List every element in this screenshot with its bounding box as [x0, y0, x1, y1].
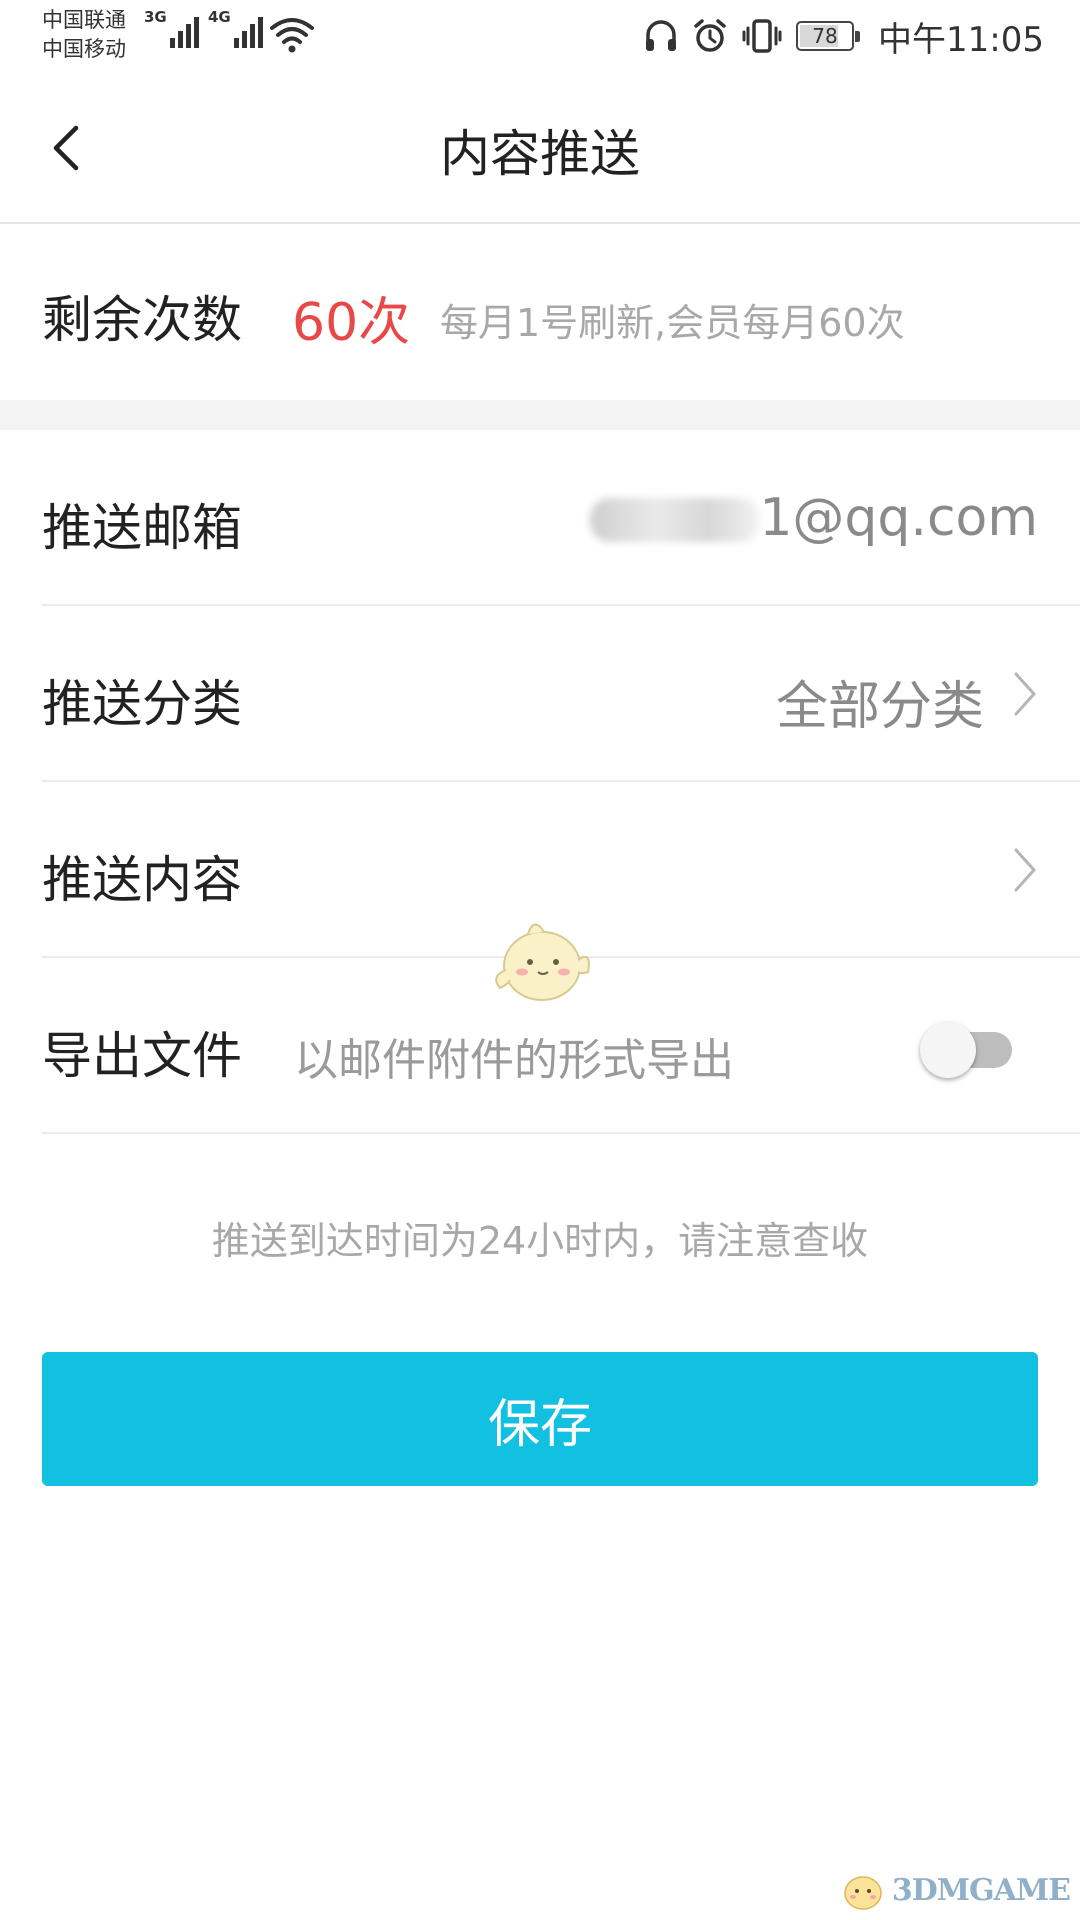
network-type-2: 4G — [208, 8, 231, 26]
remaining-note: 每月1号刷新,会员每月60次 — [440, 301, 905, 345]
delivery-notice: 推送到达时间为24小时内，请注意查收 — [211, 1219, 869, 1263]
remaining-value: 60次 — [292, 293, 411, 353]
push-category-label: 推送分类 — [42, 675, 242, 733]
vibrate-icon — [742, 19, 782, 53]
watermark: 3DMGAME — [838, 1862, 1071, 1918]
carrier-info: 中国联通 中国移动 — [42, 6, 126, 64]
mascot-sticker-icon — [495, 923, 590, 1001]
push-email-value: 1@qq.com — [759, 488, 1038, 548]
push-content-label: 推送内容 — [42, 851, 242, 909]
email-redacted — [590, 498, 760, 542]
battery-level-text: 78 — [812, 24, 838, 48]
toggle-knob — [920, 1022, 976, 1078]
content-push-page: 中国联通 中国移动 3G 4G 78 中午11:05 内容推送 剩余次数 60次… — [0, 0, 1080, 1920]
remaining-count-section: 剩余次数 60次 每月1号刷新,会员每月60次 — [0, 226, 1080, 400]
push-email-row[interactable]: 推送邮箱 1@qq.com — [0, 430, 1080, 606]
headphone-icon — [646, 20, 677, 51]
header: 内容推送 — [0, 70, 1080, 224]
push-email-label: 推送邮箱 — [42, 499, 242, 557]
watermark-text: 3DMGAME — [891, 1872, 1071, 1908]
export-file-label: 导出文件 — [42, 1027, 242, 1085]
battery-icon: 78 — [796, 21, 861, 51]
push-category-row[interactable]: 推送分类 全部分类 — [0, 606, 1080, 782]
section-gap — [0, 400, 1080, 430]
alarm-icon — [694, 19, 726, 52]
status-right-group: 78 中午11:05 — [644, 12, 1044, 60]
carrier-2: 中国移动 — [42, 37, 126, 61]
status-time: 中午11:05 — [878, 19, 1044, 60]
export-file-toggle[interactable] — [920, 1018, 1018, 1078]
signal-icon-1: 3G — [144, 8, 199, 48]
save-button[interactable]: 保存 — [42, 1352, 1038, 1486]
page-title: 内容推送 — [440, 125, 640, 183]
carrier-1: 中国联通 — [42, 8, 126, 32]
signal-icon-2: 4G — [208, 8, 263, 48]
wifi-icon — [270, 18, 314, 53]
network-type-1: 3G — [144, 8, 167, 26]
export-file-description: 以邮件附件的形式导出 — [294, 1035, 734, 1086]
status-bar: 中国联通 中国移动 3G 4G 78 中午11:05 — [0, 0, 1080, 70]
chevron-right-icon — [1014, 672, 1036, 716]
chevron-right-icon — [1014, 848, 1036, 892]
push-category-value: 全部分类 — [775, 677, 984, 737]
divider — [42, 1132, 1080, 1134]
remaining-label: 剩余次数 — [42, 291, 242, 349]
watermark-mascot-icon — [844, 1876, 882, 1910]
